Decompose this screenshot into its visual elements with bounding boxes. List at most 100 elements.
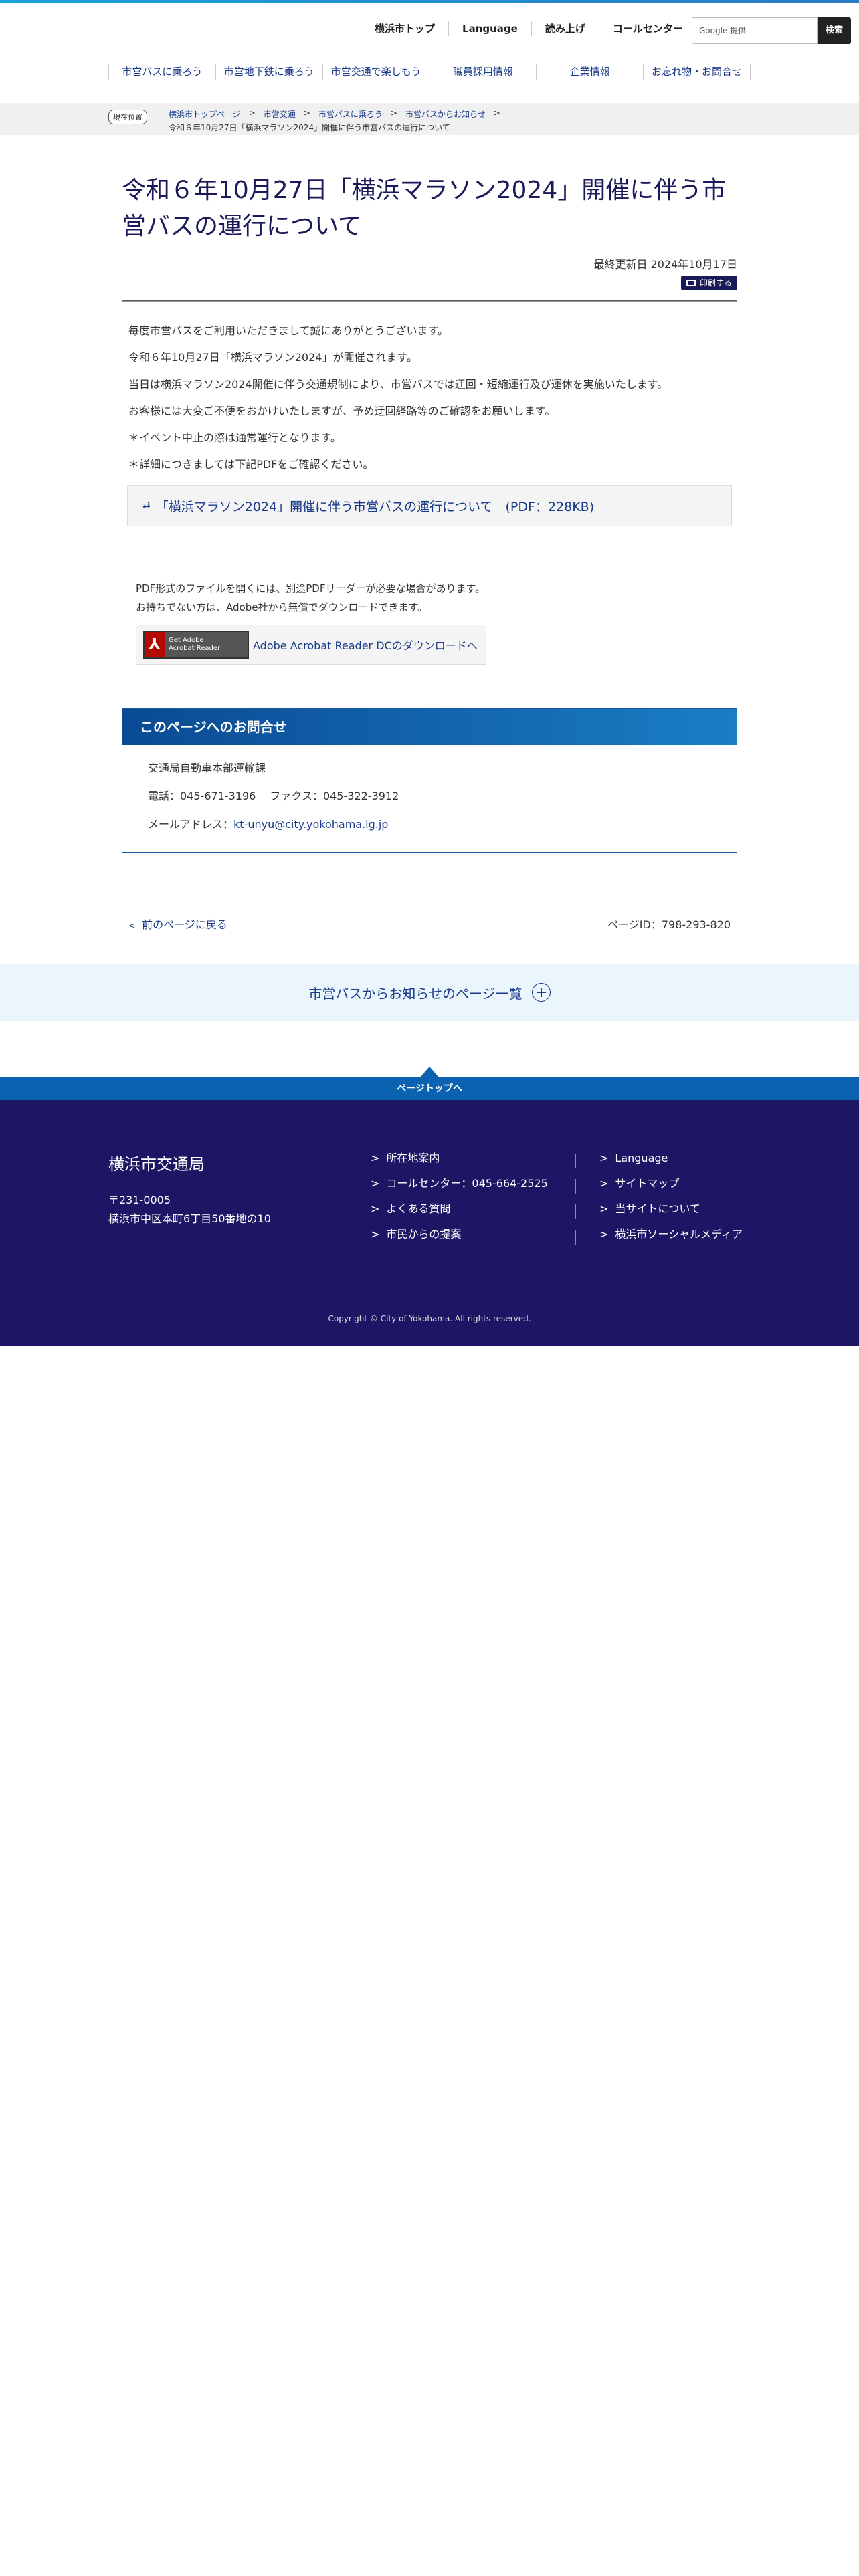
back-link[interactable]: < 前のページに戻る <box>128 916 227 932</box>
search-button[interactable]: 検索 <box>818 17 851 44</box>
chevron-right-icon: > <box>599 1228 609 1241</box>
chevron-left-icon: < <box>128 921 136 930</box>
contact-mail-label: メールアドレス： <box>148 818 234 831</box>
breadcrumb-separator: > <box>493 108 500 118</box>
util-link-language[interactable]: Language <box>448 21 531 36</box>
footer-address: 〒231-0005 横浜市中区本町6丁目50番地の10 <box>108 1191 271 1228</box>
main-content: 令和６年10月27日「横浜マラソン2024」開催に伴う市営バスの運行について 最… <box>122 173 737 932</box>
chevron-right-icon: > <box>371 1202 380 1215</box>
page-title: 令和６年10月27日「横浜マラソン2024」開催に伴う市営バスの運行について <box>122 177 727 240</box>
breadcrumb-link-bus-news[interactable]: 市営バスからお知らせ <box>405 108 486 120</box>
footer-link-faq[interactable]: > よくある質問 <box>371 1202 450 1215</box>
footer-link-label: Language <box>615 1152 668 1164</box>
plus-icon <box>531 983 551 1002</box>
chevron-right-icon: > <box>599 1177 609 1190</box>
breadcrumb: 現在位置 横浜市トップページ > 市営交通 > 市営バスに乗ろう > 市営バスか… <box>0 103 859 135</box>
acrobat-logo-text: Acrobat Reader <box>169 645 221 652</box>
contact-dept: 交通局自動車本部運輸課 <box>148 762 266 774</box>
footer-link-call-center[interactable]: > コールセンター：045-664-2525 <box>371 1177 548 1190</box>
pdf-link-label: 「横浜マラソン2024」開催に伴う市営バスの運行について (PDF：228KB) <box>155 499 595 514</box>
gnav-lost-found[interactable]: お忘れ物・お問合せ <box>643 64 751 80</box>
search-form: Google 提供 検索 <box>692 17 851 44</box>
gnav-bus[interactable]: 市営バスに乗ろう <box>108 64 215 80</box>
footer-links-col2: > Language > サイトマップ > 当サイトについて > 横浜市ソーシャルメディ… <box>599 1151 743 1253</box>
gnav-subway[interactable]: 市営地下鉄に乗ろう <box>215 64 322 80</box>
chevron-right-icon: > <box>599 1152 609 1164</box>
site-footer: 横浜市交通局 〒231-0005 横浜市中区本町6丁目50番地の10 > 所在地案… <box>0 1100 859 1346</box>
footer-link-about[interactable]: > 当サイトについて <box>599 1202 700 1215</box>
breadcrumb-link-top[interactable]: 横浜市トップページ <box>169 108 241 120</box>
chevron-right-icon: > <box>371 1228 380 1241</box>
acrobat-download-link[interactable]: ⅄ Get Adobe Acrobat Reader Adobe Acrobat … <box>136 625 486 665</box>
footer-divider <box>575 1154 576 1254</box>
footer-link-label: 市民からの提案 <box>386 1228 462 1241</box>
util-link-call-center[interactable]: コールセンター <box>598 21 696 36</box>
acrobat-logo: ⅄ Get Adobe Acrobat Reader <box>143 631 249 659</box>
footer-link-location[interactable]: > 所在地案内 <box>371 1152 440 1164</box>
article-body: 毎度市営バスをご利用いただきまして誠にありがとうございます。 令和６年10月27… <box>122 324 737 471</box>
gnav-enjoy[interactable]: 市営交通で楽しもう <box>322 64 430 80</box>
gnav-corporate[interactable]: 企業情報 <box>536 64 643 80</box>
paragraph: 当日は横浜マラソン2024開催に伴う交通規制により、市営バスでは迂回・短縮運行及… <box>128 378 668 391</box>
page-id: ページID：798-293-820 <box>607 918 731 931</box>
swap-arrows-icon: ⇄ <box>142 500 151 511</box>
paragraph: ＊イベント中止の際は通常運行となります。 <box>128 431 341 444</box>
page-top-button[interactable]: ページトップへ <box>0 1067 859 1100</box>
footer-link-language[interactable]: > Language <box>599 1152 668 1164</box>
breadcrumb-current: 令和６年10月27日「横浜マラソン2024」開催に伴う市営バスの運行について <box>169 123 450 132</box>
chevron-right-icon: > <box>599 1202 609 1215</box>
page-top-label: ページトップへ <box>397 1083 462 1094</box>
footer-link-social[interactable]: > 横浜市ソーシャルメディア <box>599 1228 743 1241</box>
print-button[interactable]: 印刷する <box>680 276 737 290</box>
paragraph: お客様には大変ご不便をおかけいたしますが、予め迂回経路等のご確認をお願いします。 <box>128 405 556 417</box>
breadcrumb-label: 現在位置 <box>108 110 147 124</box>
acrobat-icon: ⅄ <box>145 632 165 657</box>
util-link-read-aloud[interactable]: 読み上げ <box>531 21 599 36</box>
breadcrumb-separator: > <box>303 108 310 118</box>
footer-link-label: よくある質問 <box>386 1202 451 1215</box>
contact-phone-fax: 電話：045-671-3196 ファクス：045-322-3912 <box>148 790 399 802</box>
page-list-label: 市営バスからお知らせのページ一覧 <box>308 985 522 1002</box>
copyright: Copyright © City of Yokohama. All rights… <box>328 1314 531 1323</box>
print-label: 印刷する <box>699 278 732 288</box>
paragraph: 令和６年10月27日「横浜マラソン2024」が開催されます。 <box>128 351 417 364</box>
util-link-yokohama-top[interactable]: 横浜市トップ <box>361 21 448 36</box>
reader-notice-line: PDF形式のファイルを開くには、別途PDFリーダーが必要な場合があります。 <box>136 582 485 595</box>
footer-link-label: 所在地案内 <box>386 1152 440 1164</box>
contact-mail-link[interactable]: kt-unyu@city.yokohama.lg.jp <box>233 818 388 831</box>
footer-street: 横浜市中区本町6丁目50番地の10 <box>108 1212 271 1225</box>
breadcrumb-link-transport[interactable]: 市営交通 <box>264 108 296 120</box>
footer-link-label: サイトマップ <box>615 1177 680 1190</box>
search-input[interactable]: Google 提供 <box>692 17 818 44</box>
acrobat-download-label: Adobe Acrobat Reader DCのダウンロードへ <box>253 639 478 652</box>
footer-link-proposal[interactable]: > 市民からの提案 <box>371 1228 461 1241</box>
gnav-recruit[interactable]: 職員採用情報 <box>429 64 536 80</box>
chevron-right-icon: > <box>371 1177 380 1190</box>
site-header: 横浜市トップ Language 読み上げ コールセンター Google 提供 検… <box>0 3 859 56</box>
footer-org-name: 横浜市交通局 <box>108 1155 205 1174</box>
footer-link-label: コールセンター：045-664-2525 <box>386 1177 548 1190</box>
breadcrumb-separator: > <box>390 108 397 118</box>
breadcrumb-separator: > <box>248 108 256 118</box>
contact-box: このページへのお問合せ 交通局自動車本部運輸課 電話：045-671-3196 … <box>122 708 737 853</box>
paragraph: ＊詳細につきましては下記PDFをご確認ください。 <box>128 458 374 471</box>
pdf-download-link[interactable]: ⇄ 「横浜マラソン2024」開催に伴う市営バスの運行について (PDF：228K… <box>127 485 732 526</box>
breadcrumb-link-bus[interactable]: 市営バスに乗ろう <box>318 108 383 120</box>
footer-link-label: 横浜市ソーシャルメディア <box>615 1228 743 1241</box>
footer-zip: 〒231-0005 <box>108 1194 171 1206</box>
pdf-reader-notice: PDF形式のファイルを開くには、別途PDFリーダーが必要な場合があります。 お持… <box>122 568 737 681</box>
triangle-up-icon <box>420 1067 439 1077</box>
contact-heading: このページへのお問合せ <box>122 709 737 745</box>
paragraph: 毎度市営バスをご利用いただきまして誠にありがとうございます。 <box>128 324 448 337</box>
back-link-label: 前のページに戻る <box>142 918 227 931</box>
footer-link-label: 当サイトについて <box>615 1202 700 1215</box>
last-updated: 最終更新日 2024年10月17日 <box>593 258 737 271</box>
utility-links: 横浜市トップ Language 読み上げ コールセンター <box>361 21 696 36</box>
footer-links-col1: > 所在地案内 > コールセンター：045-664-2525 > よくある質問 > 市民… <box>371 1151 548 1253</box>
page-list-toggle[interactable]: 市営バスからお知らせのページ一覧 <box>0 964 859 1021</box>
footer-link-sitemap[interactable]: > サイトマップ <box>599 1177 679 1190</box>
chevron-right-icon: > <box>371 1152 380 1164</box>
acrobat-logo-text: Get Adobe <box>169 637 204 644</box>
title-divider <box>122 300 737 302</box>
printer-icon <box>686 280 696 286</box>
